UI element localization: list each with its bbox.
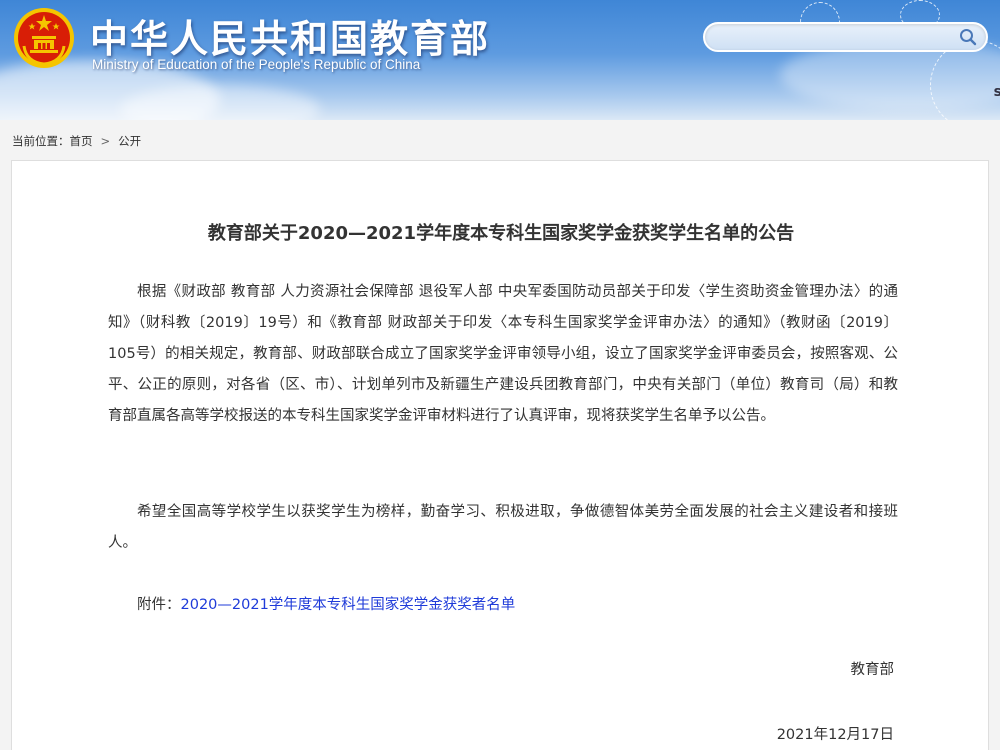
article-panel: 教育部关于2020—2021学年度本专科生国家奖学金获奖学生名单的公告 根据《财… — [11, 160, 989, 750]
breadcrumb-home-link[interactable]: 首页 — [70, 134, 93, 148]
breadcrumb-public-link[interactable]: 公开 — [118, 134, 141, 148]
attachment-line: 附件：2020—2021学年度本专科生国家奖学金获奖者名单 — [137, 593, 515, 614]
article-title: 教育部关于2020—2021学年度本专科生国家奖学金获奖学生名单的公告 — [207, 223, 795, 244]
search-box[interactable] — [703, 22, 988, 52]
header-edge-text: s — [993, 84, 1000, 100]
attachment-link[interactable]: 2020—2021学年度本专科生国家奖学金获奖者名单 — [181, 597, 516, 613]
article-signer: 教育部 — [850, 662, 895, 678]
site-subtitle: Ministry of Education of the People's Re… — [92, 57, 421, 72]
site-title[interactable]: 中华人民共和国教育部 — [90, 8, 490, 63]
site-header: 中华人民共和国教育部 Ministry of Education of the … — [0, 0, 1000, 120]
search-input[interactable] — [717, 28, 952, 46]
article-paragraph: 希望全国高等学校学生以获奖学生为榜样，勤奋学习、积极进取，争做德智体美劳全面发展… — [108, 504, 898, 551]
article-paragraph: 根据《财政部 教育部 人力资源社会保障部 退役军人部 中央军委国防动员部关于印发… — [108, 284, 898, 424]
breadcrumb-separator: > — [100, 134, 111, 148]
search-icon[interactable] — [958, 27, 978, 47]
breadcrumb: 当前位置：首页 > 公开 — [12, 133, 141, 149]
article-date: 2021年12月17日 — [776, 727, 894, 743]
attachment-label: 附件： — [137, 597, 181, 613]
breadcrumb-label: 当前位置： — [12, 134, 70, 148]
national-emblem-icon[interactable] — [12, 6, 76, 70]
